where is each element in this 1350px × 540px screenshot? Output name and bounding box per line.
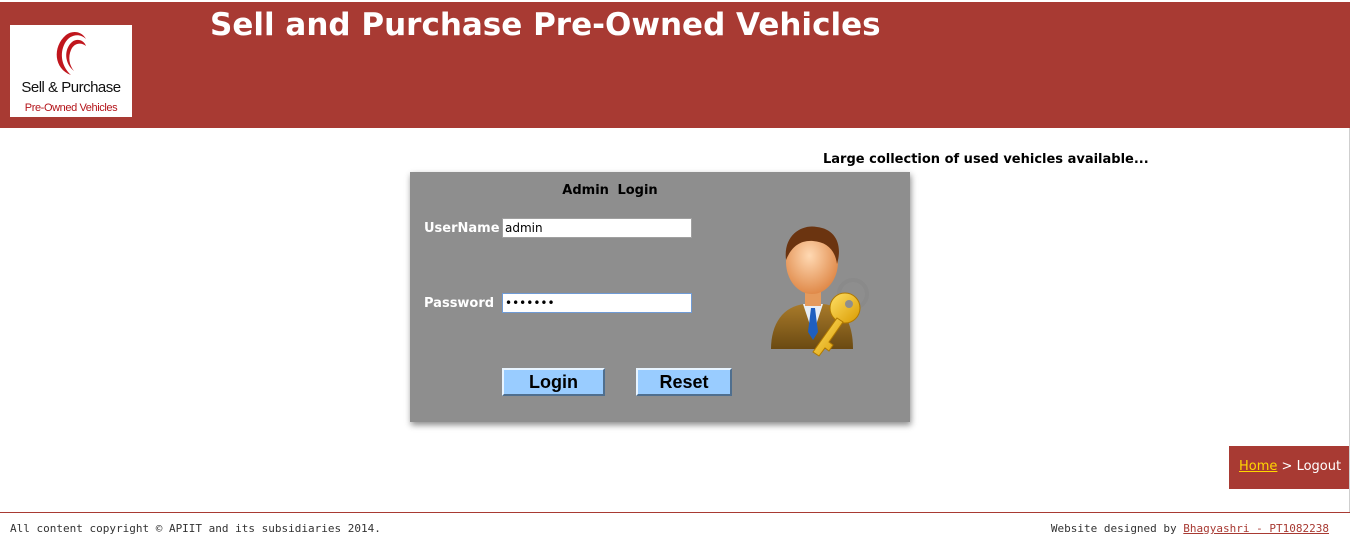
admin-key-user-icon (771, 226, 869, 357)
tagline: Large collection of used vehicles availa… (823, 152, 1149, 167)
page: Sell & Purchase Pre-Owned Vehicles Sell … (0, 0, 1350, 540)
breadcrumb: Home > Logout (1229, 446, 1349, 489)
breadcrumb-logout-link[interactable]: Logout (1297, 459, 1342, 474)
login-button[interactable]: Login (502, 368, 605, 396)
footer-credit: Website designed by Bhagyashri - PT10822… (1051, 522, 1329, 535)
password-input[interactable] (502, 293, 692, 313)
logo-text-primary: Sell & Purchase (21, 79, 121, 96)
designer-link[interactable]: Bhagyashri - PT1082238 (1183, 522, 1329, 535)
username-input[interactable] (502, 218, 692, 238)
footer-credit-prefix: Website designed by (1050, 522, 1184, 535)
breadcrumb-home-link[interactable]: Home (1239, 459, 1277, 474)
footer-copyright: All content copyright © APIIT and its su… (10, 522, 381, 535)
site-logo: Sell & Purchase Pre-Owned Vehicles (10, 25, 132, 117)
site-title: Sell and Purchase Pre-Owned Vehicles (210, 7, 881, 43)
login-heading: Admin Login (562, 183, 658, 198)
footer-divider (0, 512, 1350, 513)
login-panel: Admin Login UserName Password Login Rese… (410, 172, 910, 422)
swirl-logo-icon (56, 31, 86, 75)
username-label: UserName (424, 221, 500, 236)
password-label: Password (424, 296, 495, 311)
logo-text-secondary: Pre-Owned Vehicles (24, 102, 118, 114)
header-banner: Sell & Purchase Pre-Owned Vehicles Sell … (0, 2, 1350, 128)
breadcrumb-separator: > (1277, 459, 1297, 474)
reset-button[interactable]: Reset (636, 368, 732, 396)
